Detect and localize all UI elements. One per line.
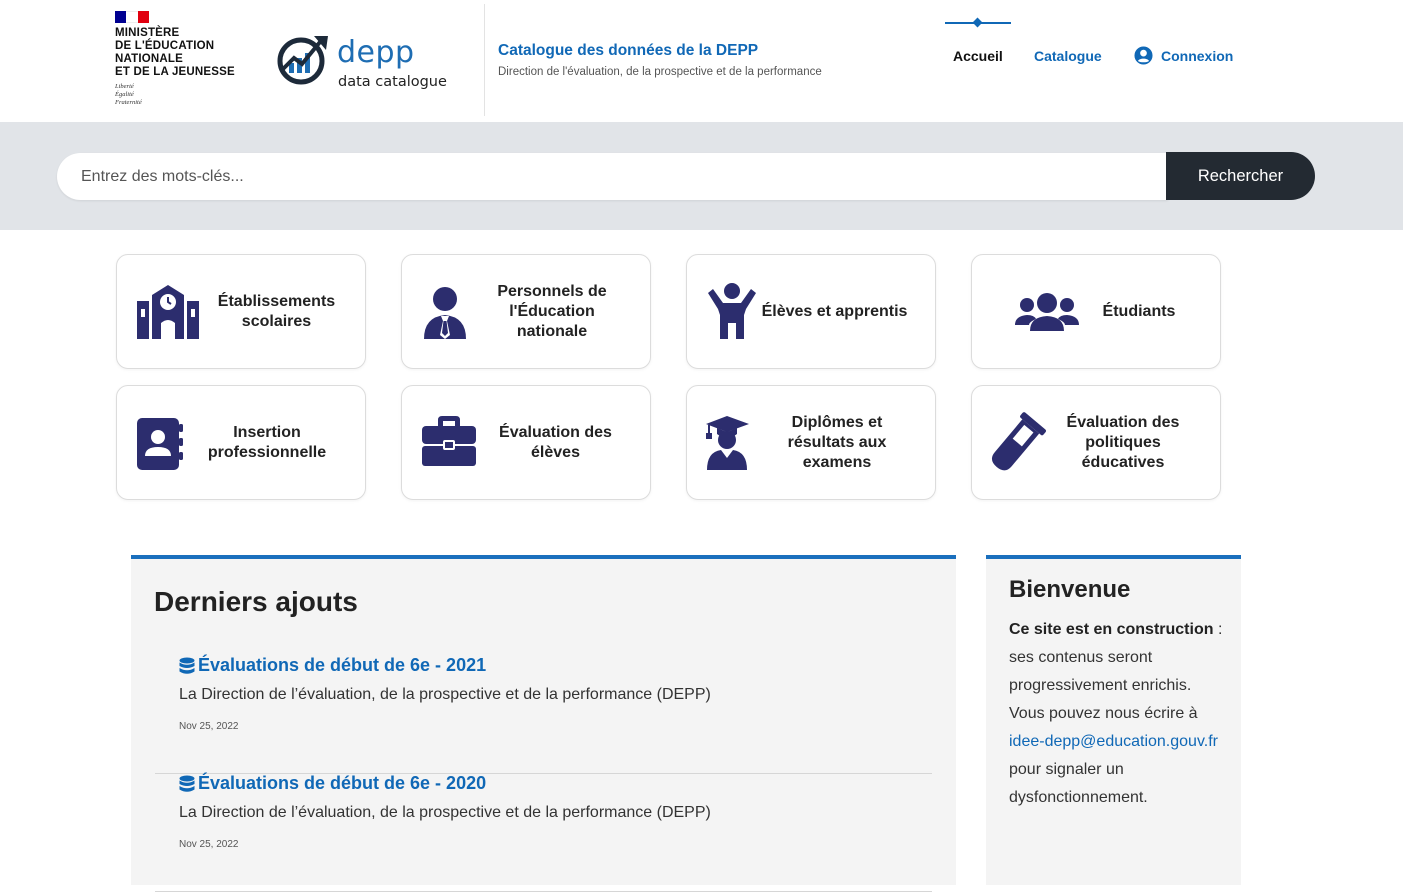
dataset-title: Évaluations de début de 6e - 2021	[198, 655, 487, 675]
site-subtitle: Direction de l'évaluation, de la prospec…	[498, 66, 822, 78]
users-icon	[1015, 293, 1079, 331]
category-label: Diplômes et résultats aux examens	[787, 413, 887, 471]
category-card-diplomes[interactable]: Diplômes et résultats aux examens	[686, 385, 936, 500]
dataset-description: La Direction de l’évaluation, de la pros…	[179, 686, 711, 703]
test-tube-icon	[991, 412, 1046, 471]
search-input[interactable]	[57, 153, 1168, 200]
category-card-insertion[interactable]: Insertion professionnelle	[116, 385, 366, 500]
dataset-title: Évaluations de début de 6e - 2020	[198, 773, 487, 793]
category-card-personnels[interactable]: Personnels de l'Éducation nationale	[401, 254, 651, 369]
ministry-name: MINISTÈRE DE L'ÉDUCATION NATIONALE ET DE…	[115, 27, 235, 78]
user-tie-icon	[424, 287, 466, 339]
category-label: Évaluation des politiques éducatives	[1066, 413, 1180, 471]
ministry-logo[interactable]: MINISTÈRE DE L'ÉDUCATION NATIONALE ET DE…	[115, 11, 235, 107]
dataset-link[interactable]: Évaluations de début de 6e - 2020	[179, 773, 486, 794]
address-book-icon	[137, 418, 183, 470]
category-card-etablissements[interactable]: Établissements scolaires	[116, 254, 366, 369]
dataset-description: La Direction de l’évaluation, de la pros…	[179, 804, 711, 821]
category-card-evaluation-eleves[interactable]: Évaluation des élèves	[401, 385, 651, 500]
nav-connexion[interactable]: Connexion	[1134, 46, 1233, 65]
dataset-link[interactable]: Évaluations de début de 6e - 2021	[179, 655, 486, 676]
french-flag-icon	[115, 11, 149, 23]
nav-connexion-label: Connexion	[1161, 47, 1234, 64]
category-label: Évaluation des élèves	[499, 423, 612, 461]
welcome-panel: Bienvenue Ce site est en construction : …	[986, 555, 1241, 885]
database-icon	[179, 657, 195, 674]
dataset-date: Nov 25, 2022	[179, 839, 239, 850]
category-card-politiques[interactable]: Évaluation des politiques éducatives	[971, 385, 1221, 500]
latest-additions-title: Derniers ajouts	[154, 586, 358, 617]
welcome-text-2: pour signaler un dysfonctionnement.	[1009, 761, 1148, 806]
latest-additions-panel: Derniers ajouts Évaluations de début de …	[131, 555, 956, 892]
welcome-text: Ce site est en construction : ses conten…	[1009, 616, 1224, 812]
nav-catalogue[interactable]: Catalogue	[1034, 48, 1102, 64]
site-title[interactable]: Catalogue des données de la DEPP	[498, 42, 758, 60]
graduate-icon	[706, 416, 749, 470]
republic-motto: Liberté Égalité Fraternité	[115, 83, 142, 106]
category-label: Établissements scolaires	[217, 292, 336, 330]
list-item: Évaluations de début de 6e - 2020 La Dir…	[155, 773, 932, 892]
user-circle-icon	[1134, 46, 1153, 65]
header-divider	[484, 4, 485, 116]
briefcase-icon	[422, 416, 476, 466]
nav-accueil[interactable]: Accueil	[953, 48, 1003, 64]
category-label: Élèves et apprentis	[761, 302, 908, 320]
list-item: Évaluations de début de 6e - 2021 La Dir…	[155, 655, 932, 774]
dataset-date: Nov 25, 2022	[179, 721, 239, 732]
site-header: MINISTÈRE DE L'ÉDUCATION NATIONALE ET DE…	[0, 0, 1403, 122]
contact-email-link[interactable]: idee-depp@education.gouv.fr	[1009, 733, 1218, 750]
depp-logo[interactable]: depp data catalogue	[276, 30, 451, 92]
search-button[interactable]: Rechercher	[1166, 152, 1315, 200]
welcome-bold: Ce site est en construction	[1009, 621, 1214, 638]
category-card-eleves[interactable]: Élèves et apprentis	[686, 254, 936, 369]
category-label: Insertion professionnelle	[207, 423, 327, 461]
welcome-title: Bienvenue	[1009, 576, 1131, 603]
logo-word: depp	[337, 35, 415, 70]
category-label: Étudiants	[1102, 302, 1176, 320]
category-label: Personnels de l'Éducation nationale	[497, 282, 607, 340]
depp-chart-icon	[277, 36, 328, 85]
school-icon	[137, 285, 199, 339]
logo-subtitle: data catalogue	[338, 74, 447, 90]
database-icon	[179, 775, 195, 792]
active-nav-indicator	[945, 17, 1011, 28]
category-card-etudiants[interactable]: Étudiants	[971, 254, 1221, 369]
